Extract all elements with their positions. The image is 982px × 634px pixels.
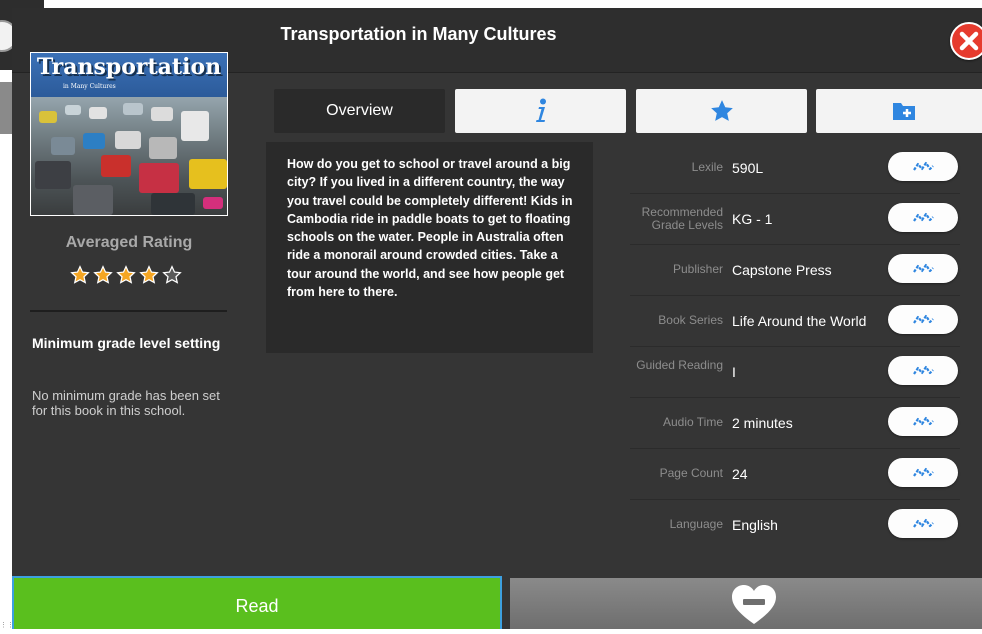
related-icon: [913, 467, 934, 477]
detail-value: 2 minutes: [732, 415, 793, 431]
tab-add-to-folder[interactable]: [816, 89, 982, 133]
related-icon: [913, 212, 934, 222]
tab-overview[interactable]: Overview: [274, 89, 445, 133]
averaged-rating-label: Averaged Rating: [65, 234, 193, 251]
related-icon: [913, 365, 934, 375]
related-books-button[interactable]: [888, 407, 958, 436]
info-icon: [535, 98, 546, 122]
detail-label: Recommended Grade Levels: [641, 205, 723, 232]
related-icon: [913, 518, 934, 528]
star-icon: [710, 99, 733, 121]
tab-info[interactable]: [455, 89, 626, 133]
left-divider: [30, 310, 227, 312]
min-grade-title: Minimum grade level setting: [32, 335, 221, 351]
detail-label: Guided Reading: [636, 358, 723, 372]
related-books-button[interactable]: [888, 152, 958, 181]
related-books-button[interactable]: [888, 458, 958, 487]
related-icon: [913, 263, 934, 273]
detail-row-page-count: Page Count 24: [630, 448, 960, 500]
detail-row-audio-time: Audio Time 2 minutes: [630, 397, 960, 449]
related-icon: [913, 416, 934, 426]
related-books-button[interactable]: [888, 203, 958, 232]
tab-favorites[interactable]: [636, 89, 807, 133]
related-icon: [913, 314, 934, 324]
cover-subtitle: in Many Cultures: [63, 83, 116, 90]
min-grade-text: No minimum grade has been set for this b…: [32, 388, 220, 418]
detail-row-book-series: Book Series Life Around the World: [630, 295, 960, 347]
related-icon: [913, 161, 934, 171]
detail-row-grade-levels: Recommended Grade Levels KG - 1: [630, 193, 960, 245]
star-filled-icon: [139, 265, 159, 284]
detail-label: Publisher: [672, 262, 723, 276]
rating-stars: [70, 265, 190, 287]
detail-label: Book Series: [658, 313, 723, 327]
related-books-button[interactable]: [888, 509, 958, 538]
detail-value: English: [732, 517, 778, 533]
detail-value: 590L: [732, 160, 764, 176]
detail-value: 24: [732, 466, 748, 482]
heart-minus-icon: [732, 585, 776, 624]
detail-label: Page Count: [659, 466, 723, 480]
remove-favorite-button[interactable]: [510, 578, 982, 629]
detail-row-guided-reading: Guided Reading I: [630, 346, 960, 398]
related-books-button[interactable]: [888, 356, 958, 385]
modal-title: Transportation in Many Cultures: [280, 24, 557, 44]
detail-row-lexile: Lexile 590L: [630, 142, 960, 194]
book-details-modal: Transportation in Many Cultures Transpor…: [12, 8, 982, 629]
detail-value: Life Around the World: [732, 313, 867, 329]
detail-label: Lexile: [691, 160, 723, 174]
detail-value: I: [732, 364, 736, 380]
folder-add-icon: [893, 102, 915, 120]
detail-row-language: Language English: [630, 499, 960, 550]
detail-value: Capstone Press: [732, 262, 832, 278]
detail-label: Audio Time: [662, 415, 723, 429]
book-cover: Transportation in Many Cultures: [30, 52, 228, 216]
detail-label: Language: [669, 517, 723, 531]
star-filled-icon: [93, 265, 113, 284]
book-description: How do you get to school or travel aroun…: [266, 142, 593, 353]
read-button[interactable]: Read: [12, 576, 502, 629]
star-filled-icon: [116, 265, 136, 284]
star-filled-icon: [70, 265, 90, 284]
star-empty-icon: [162, 265, 182, 284]
cover-title: Transportation: [31, 53, 227, 97]
close-button[interactable]: [950, 22, 982, 60]
close-icon: [959, 31, 979, 51]
cover-photo: [31, 97, 227, 215]
detail-value: KG - 1: [732, 211, 773, 227]
related-books-button[interactable]: [888, 254, 958, 283]
detail-row-publisher: Publisher Capstone Press: [630, 244, 960, 296]
related-books-button[interactable]: [888, 305, 958, 334]
